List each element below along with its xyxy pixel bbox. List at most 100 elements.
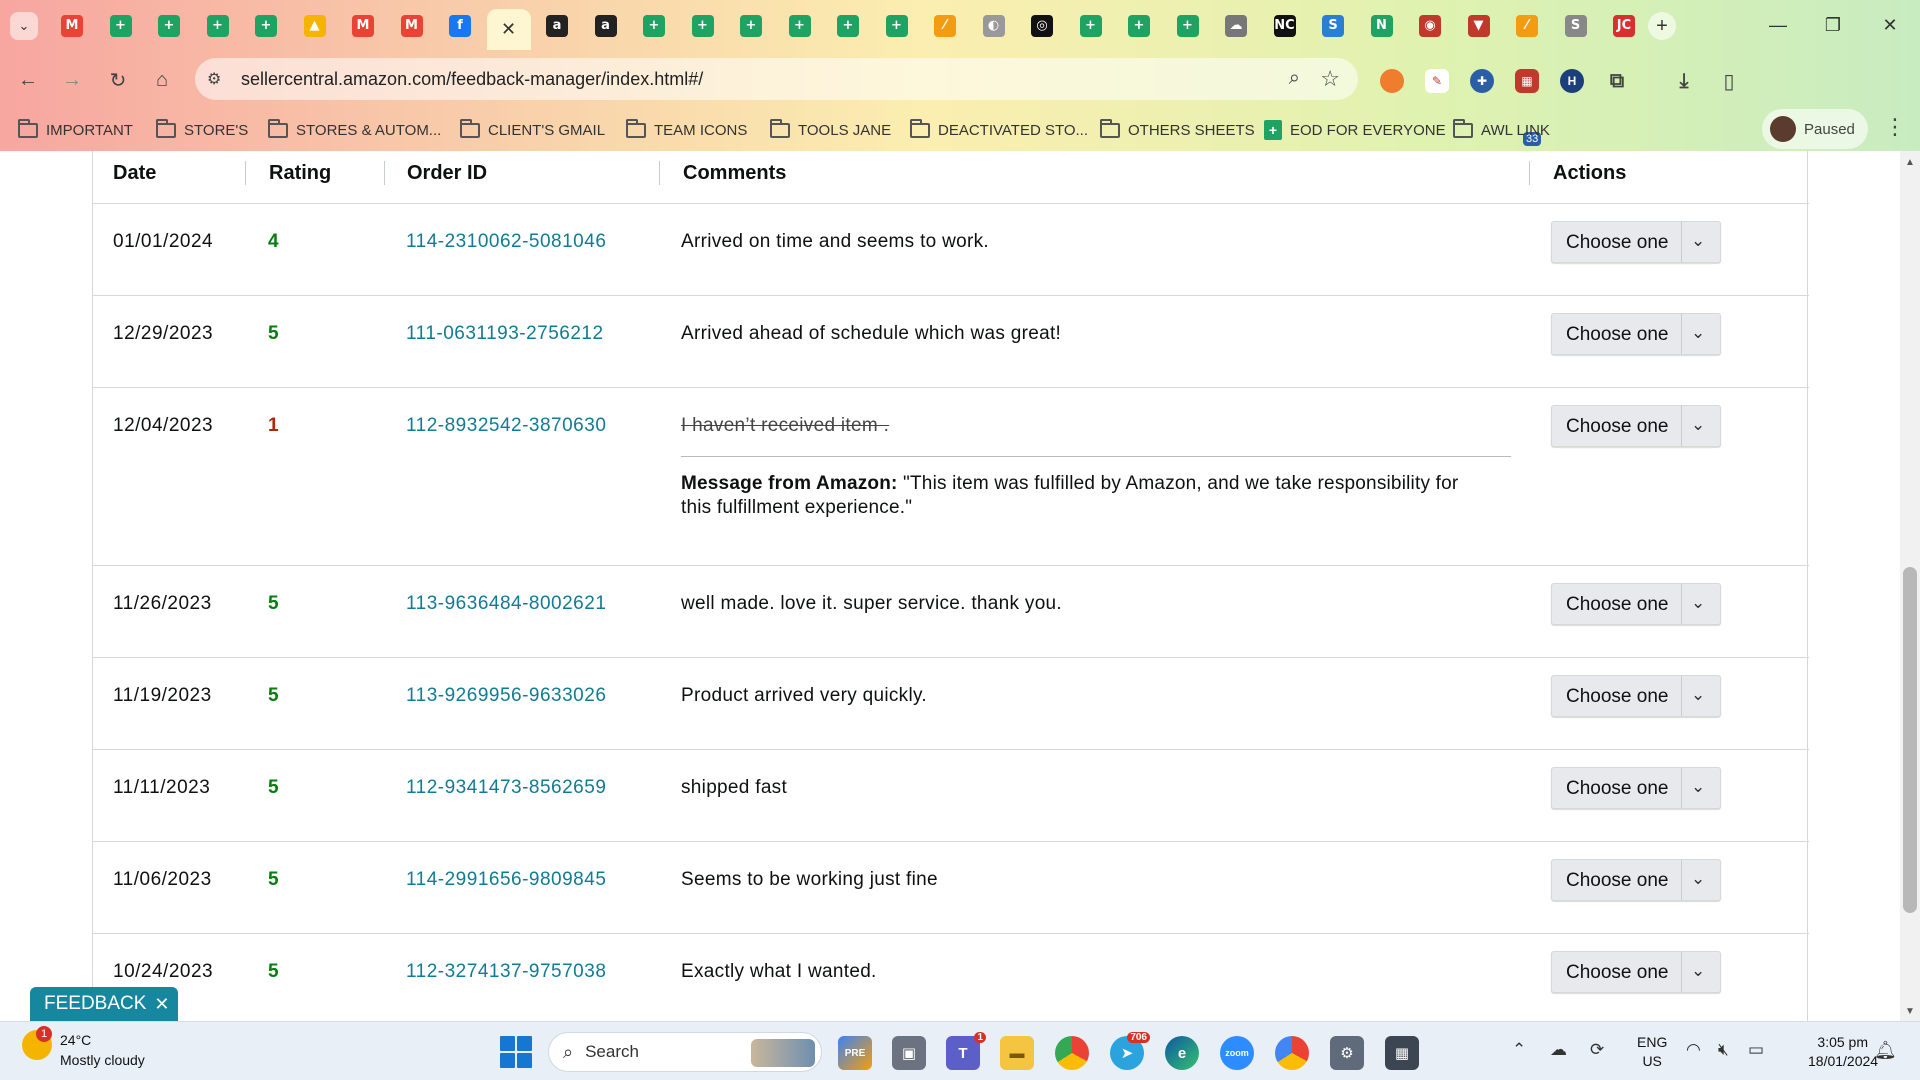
browser-tab[interactable]: + — [147, 9, 191, 42]
column-header-comments[interactable]: Comments — [683, 162, 786, 185]
edge-icon[interactable]: e — [1165, 1036, 1199, 1070]
wifi-icon[interactable]: ◠ — [1686, 1040, 1701, 1060]
forward-button[interactable]: → — [57, 65, 87, 95]
bookmark-item[interactable]: STORES & AUTOM... — [268, 118, 441, 142]
bookmark-item[interactable]: TEAM ICONS — [626, 118, 747, 142]
order-id-link[interactable]: 114-2310062-5081046 — [406, 231, 606, 253]
browser-tab[interactable]: M — [390, 9, 434, 42]
active-tab[interactable]: ✕ — [486, 9, 531, 50]
bookmark-item[interactable]: DEACTIVATED STO... — [910, 118, 1088, 142]
order-id-link[interactable]: 112-8932542-3870630 — [406, 415, 606, 437]
side-panel-icon[interactable]: ▯ — [1717, 69, 1741, 93]
scroll-down-arrow-icon[interactable]: ▼ — [1905, 1006, 1915, 1017]
browser-tab[interactable]: + — [729, 9, 773, 42]
chevron-down-icon[interactable]: ⌄ — [1691, 323, 1705, 343]
sync-icon[interactable]: ⟳ — [1590, 1040, 1604, 1060]
browser-tab[interactable]: + — [244, 9, 288, 42]
windows-start-icon[interactable] — [500, 1036, 532, 1068]
browser-tab[interactable]: + — [778, 9, 822, 42]
bookmark-item[interactable]: + EOD FOR EVERYONE — [1264, 118, 1446, 142]
bookmark-item[interactable]: OTHERS SHEETS — [1100, 118, 1255, 142]
battery-icon[interactable]: ▭ — [1748, 1040, 1764, 1060]
browser-tab[interactable]: S — [1311, 9, 1355, 42]
tray-chevron-up-icon[interactable]: ⌃ — [1512, 1040, 1526, 1060]
column-header-date[interactable]: Date — [113, 162, 156, 185]
bookmark-item[interactable]: AWL LINK — [1453, 118, 1550, 142]
browser-tab[interactable]: ◐ — [972, 9, 1016, 42]
language-indicator[interactable]: ENG US — [1637, 1033, 1667, 1071]
bookmark-item[interactable]: CLIENT'S GMAIL — [460, 118, 605, 142]
chevron-down-icon[interactable]: ⌄ — [1691, 961, 1705, 981]
choose-action-dropdown[interactable]: Choose one ⌄ — [1551, 767, 1721, 809]
taskbar-search[interactable]: ⌕ Search — [548, 1032, 822, 1072]
choose-action-dropdown[interactable]: Choose one ⌄ — [1551, 675, 1721, 717]
choose-action-dropdown[interactable]: Choose one ⌄ — [1551, 313, 1721, 355]
browser-tab[interactable]: ◎ — [1020, 9, 1064, 42]
site-info-icon[interactable]: ⚙ — [207, 69, 221, 89]
browser-tab[interactable]: + — [1117, 9, 1161, 42]
bookmark-item[interactable]: TOOLS JANE — [770, 118, 891, 142]
new-tab-button[interactable]: + — [1648, 12, 1676, 40]
chrome-icon[interactable] — [1055, 1036, 1089, 1070]
chevron-down-icon[interactable]: ⌄ — [1691, 685, 1705, 705]
chevron-down-icon[interactable]: ⌄ — [1691, 593, 1705, 613]
browser-tab[interactable]: + — [875, 9, 919, 42]
extension-pdf-icon[interactable]: ✎ — [1425, 69, 1449, 93]
feedback-label[interactable]: FEEDBACK — [44, 993, 146, 1015]
restore-button[interactable]: ❐ — [1813, 10, 1853, 40]
column-header-rating[interactable]: Rating — [269, 162, 331, 185]
browser-tab[interactable]: ☁ — [1214, 9, 1258, 42]
order-id-link[interactable]: 111-0631193-2756212 — [406, 323, 604, 345]
close-window-button[interactable]: ✕ — [1870, 10, 1910, 40]
address-bar[interactable]: ⚙ sellercentral.amazon.com/feedback-mana… — [195, 58, 1358, 100]
browser-tab[interactable]: + — [196, 9, 240, 42]
task-view-icon[interactable]: ▣ — [892, 1036, 926, 1070]
bookmark-item[interactable]: IMPORTANT — [18, 118, 133, 142]
order-id-link[interactable]: 114-2991656-9809845 — [406, 869, 606, 891]
telegram-icon[interactable]: ➤ 706 — [1110, 1032, 1150, 1070]
extensions-puzzle-icon[interactable]: ⧉ — [1605, 69, 1629, 93]
column-header-order-id[interactable]: Order ID — [407, 162, 487, 185]
choose-action-dropdown[interactable]: Choose one ⌄ — [1551, 405, 1721, 447]
extension-helium-icon[interactable]: H — [1560, 69, 1584, 93]
order-id-link[interactable]: 112-9341473-8562659 — [406, 777, 606, 799]
bookmark-item[interactable]: STORE'S — [156, 118, 248, 142]
settings-gear-icon[interactable]: ⚙ — [1330, 1036, 1364, 1070]
onedrive-cloud-icon[interactable]: ☁ — [1550, 1040, 1567, 1060]
chevron-down-icon[interactable]: ⌄ — [1691, 777, 1705, 797]
weather-widget[interactable]: 1 24°C Mostly cloudy — [22, 1026, 145, 1070]
browser-tab[interactable]: + — [99, 9, 143, 42]
choose-action-dropdown[interactable]: Choose one ⌄ — [1551, 951, 1721, 993]
browser-tab[interactable]: ▼ — [1457, 9, 1501, 42]
browser-tab[interactable]: JC — [1602, 9, 1646, 42]
extension-orange-icon[interactable] — [1380, 69, 1404, 93]
copilot-icon[interactable]: PRE — [838, 1036, 872, 1070]
volume-muted-icon[interactable]: 🔇︎ — [1718, 1040, 1729, 1060]
browser-tab[interactable]: ▲ — [293, 9, 337, 42]
choose-action-dropdown[interactable]: Choose one ⌄ — [1551, 221, 1721, 263]
browser-tab[interactable]: + — [826, 9, 870, 42]
choose-action-dropdown[interactable]: Choose one ⌄ — [1551, 583, 1721, 625]
chrome-profile-icon[interactable] — [1275, 1036, 1309, 1070]
browser-tab[interactable]: + — [681, 9, 725, 42]
scroll-up-arrow-icon[interactable]: ▲ — [1905, 157, 1915, 168]
close-icon[interactable]: ✕ — [498, 19, 520, 41]
extension-calendar-icon[interactable]: ▦ — [1515, 69, 1539, 93]
order-id-link[interactable]: 113-9636484-8002621 — [406, 593, 606, 615]
order-id-link[interactable]: 112-3274137-9757038 — [406, 961, 606, 983]
browser-tab[interactable]: + — [1069, 9, 1113, 42]
url-text[interactable]: sellercentral.amazon.com/feedback-manage… — [241, 69, 703, 90]
system-clock[interactable]: 3:05 pm 18/01/2024 — [1808, 1033, 1878, 1071]
browser-tab[interactable]: ◉ — [1408, 9, 1452, 42]
file-explorer-icon[interactable]: ▬ — [1000, 1036, 1034, 1070]
feedback-button[interactable]: FEEDBACK ✕ — [30, 987, 178, 1021]
zoom-app-icon[interactable]: zoom — [1220, 1036, 1254, 1070]
order-id-link[interactable]: 113-9269956-9633026 — [406, 685, 606, 707]
browser-tab[interactable]: + — [1166, 9, 1210, 42]
chevron-down-icon[interactable]: ⌄ — [1691, 869, 1705, 889]
browser-tab[interactable]: + — [632, 9, 676, 42]
home-button[interactable]: ⌂ — [147, 65, 177, 95]
bookmark-star-icon[interactable]: ☆ — [1320, 66, 1340, 92]
close-icon[interactable]: ✕ — [154, 994, 169, 1015]
choose-action-dropdown[interactable]: Choose one ⌄ — [1551, 859, 1721, 901]
